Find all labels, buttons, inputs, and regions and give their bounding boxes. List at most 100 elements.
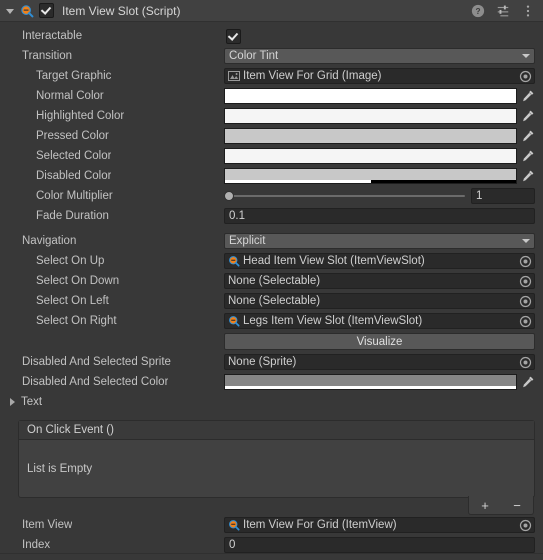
label-transition: Transition — [22, 50, 73, 62]
select-on-right-value: Legs Item View Slot (ItemViewSlot) — [243, 315, 423, 327]
on-click-event-title: On Click Event () — [27, 424, 114, 436]
row-target-graphic: Target Graphic Item View For Grid (Image… — [0, 66, 543, 86]
disabled-and-selected-sprite-object-field[interactable]: None (Sprite) — [224, 354, 535, 370]
object-picker-icon[interactable] — [519, 70, 532, 83]
object-picker-icon[interactable] — [519, 315, 532, 328]
eyedropper-icon[interactable] — [521, 375, 535, 389]
visualize-label: Visualize — [356, 335, 403, 348]
select-on-left-object-field[interactable]: None (Selectable) — [224, 293, 535, 309]
eyedropper-icon[interactable] — [521, 109, 535, 123]
image-component-icon — [228, 71, 240, 81]
navigation-value: Explicit — [229, 235, 266, 247]
kebab-menu-icon[interactable] — [521, 4, 535, 18]
on-click-event-box: On Click Event () List is Empty + − — [18, 420, 535, 515]
component-header[interactable]: Item View Slot (Script) ? — [0, 0, 543, 22]
visualize-button[interactable]: Visualize — [224, 333, 535, 350]
target-graphic-value: Item View For Grid (Image) — [243, 70, 382, 82]
row-pressed-color: Pressed Color — [0, 126, 543, 146]
eyedropper-icon[interactable] — [521, 89, 535, 103]
chevron-down-icon — [522, 54, 530, 58]
highlighted-color-swatch[interactable] — [224, 108, 517, 124]
row-select-on-right: Select On Right Legs Item View Slot (Ite… — [0, 311, 543, 331]
eyedropper-icon[interactable] — [521, 129, 535, 143]
label-selected-color: Selected Color — [36, 150, 112, 162]
script-icon — [21, 4, 34, 17]
label-select-on-down: Select On Down — [36, 275, 120, 287]
script-icon — [229, 316, 240, 327]
object-picker-icon[interactable] — [519, 275, 532, 288]
preset-icon[interactable] — [496, 4, 510, 18]
component-enabled-checkbox[interactable] — [39, 3, 54, 18]
select-on-down-value: None (Selectable) — [228, 275, 321, 287]
transition-dropdown[interactable]: Color Tint — [224, 48, 535, 64]
row-fade-duration: Fade Duration 0.1 — [0, 206, 543, 226]
navigation-dropdown[interactable]: Explicit — [224, 233, 535, 249]
row-navigation: Navigation Explicit — [0, 231, 543, 251]
object-picker-icon[interactable] — [519, 519, 532, 532]
remove-listener-button[interactable]: − — [507, 499, 527, 512]
slider-handle[interactable] — [224, 191, 234, 201]
select-on-right-object-field[interactable]: Legs Item View Slot (ItemViewSlot) — [224, 313, 535, 329]
label-index: Index — [22, 539, 51, 551]
row-select-on-down: Select On Down None (Selectable) — [0, 271, 543, 291]
disabled-color-swatch[interactable] — [224, 168, 517, 184]
label-fade-duration: Fade Duration — [36, 210, 109, 222]
pressed-color-swatch[interactable] — [224, 128, 517, 144]
label-disabled-and-selected-sprite: Disabled And Selected Sprite — [22, 356, 171, 368]
eyedropper-icon[interactable] — [521, 149, 535, 163]
normal-color-swatch[interactable] — [224, 88, 517, 104]
text-foldout[interactable]: Text — [0, 392, 543, 412]
script-icon — [229, 256, 240, 267]
label-pressed-color: Pressed Color — [36, 130, 109, 142]
on-click-event-list-controls: + − — [468, 496, 534, 515]
interactable-checkbox[interactable] — [226, 28, 241, 44]
select-on-left-value: None (Selectable) — [228, 295, 321, 307]
add-listener-button[interactable]: + — [475, 499, 495, 512]
index-input[interactable]: 0 — [224, 537, 535, 553]
svg-text:?: ? — [475, 6, 480, 16]
on-click-event-header[interactable]: On Click Event () — [19, 421, 534, 440]
label-disabled-color: Disabled Color — [36, 170, 112, 182]
select-on-up-object-field[interactable]: Head Item View Slot (ItemViewSlot) — [224, 253, 535, 269]
target-graphic-object-field[interactable]: Item View For Grid (Image) — [224, 68, 535, 84]
color-multiplier-value: 1 — [476, 190, 483, 202]
on-click-event-empty-text: List is Empty — [27, 462, 93, 475]
bottom-divider — [0, 553, 543, 554]
label-disabled-and-selected-color: Disabled And Selected Color — [22, 376, 169, 388]
object-picker-icon[interactable] — [519, 255, 532, 268]
label-color-multiplier: Color Multiplier — [36, 190, 113, 202]
color-multiplier-slider[interactable] — [224, 191, 465, 201]
inspector-panel: Item View Slot (Script) ? Interactable T… — [0, 0, 543, 560]
fade-duration-input[interactable]: 0.1 — [224, 208, 535, 224]
label-normal-color: Normal Color — [36, 90, 104, 102]
select-on-up-value: Head Item View Slot (ItemViewSlot) — [243, 255, 425, 267]
object-picker-icon[interactable] — [519, 295, 532, 308]
chevron-right-icon — [10, 398, 15, 406]
label-interactable: Interactable — [22, 30, 83, 42]
script-icon — [229, 520, 240, 531]
help-icon[interactable]: ? — [471, 4, 485, 18]
row-select-on-left: Select On Left None (Selectable) — [0, 291, 543, 311]
text-foldout-label: Text — [21, 396, 43, 408]
select-on-down-object-field[interactable]: None (Selectable) — [224, 273, 535, 289]
chevron-down-icon — [522, 239, 530, 243]
row-color-multiplier: Color Multiplier 1 — [0, 186, 543, 206]
selected-color-swatch[interactable] — [224, 148, 517, 164]
disabled-and-selected-color-swatch[interactable] — [224, 374, 517, 390]
row-interactable: Interactable — [0, 26, 543, 46]
row-item-view: Item View Item View For Grid (ItemView) — [0, 515, 543, 535]
on-click-event-list[interactable]: List is Empty — [19, 440, 534, 497]
label-select-on-right: Select On Right — [36, 315, 117, 327]
component-foldout-icon[interactable] — [6, 9, 14, 14]
label-navigation: Navigation — [22, 235, 77, 247]
color-multiplier-input[interactable]: 1 — [471, 188, 535, 204]
label-target-graphic: Target Graphic — [36, 70, 112, 82]
component-title: Item View Slot (Script) — [62, 3, 181, 18]
item-view-object-field[interactable]: Item View For Grid (ItemView) — [224, 517, 535, 533]
row-disabled-color: Disabled Color — [0, 166, 543, 186]
object-picker-icon[interactable] — [519, 356, 532, 369]
eyedropper-icon[interactable] — [521, 169, 535, 183]
label-item-view: Item View — [22, 519, 73, 531]
row-disabled-and-selected-color: Disabled And Selected Color — [0, 372, 543, 392]
index-value: 0 — [229, 539, 236, 551]
